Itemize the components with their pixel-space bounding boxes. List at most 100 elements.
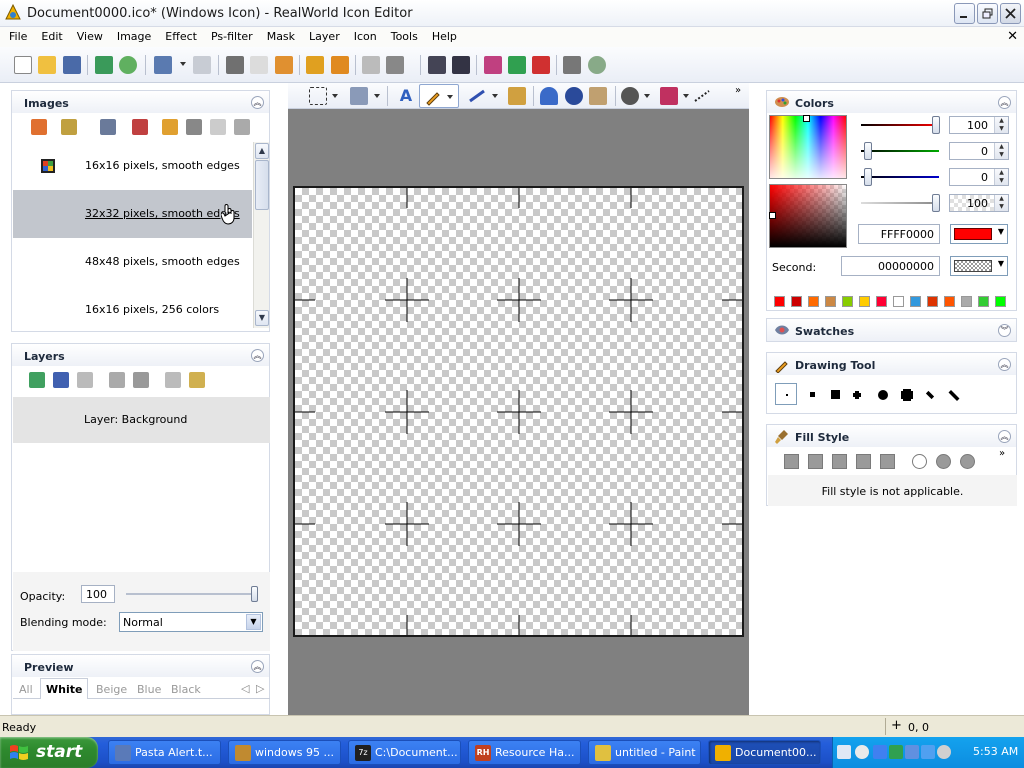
undo-icon[interactable] — [154, 56, 172, 74]
brush-plus-small-icon[interactable] — [855, 393, 859, 397]
fill-pattern-icon[interactable] — [880, 454, 895, 469]
selection-dropdown-icon[interactable] — [332, 94, 338, 98]
brush-size-3-icon[interactable] — [831, 390, 840, 399]
blue-slider-track[interactable] — [861, 176, 939, 178]
brush-round-icon[interactable] — [878, 390, 888, 400]
scroll-down-icon[interactable]: ▼ — [255, 310, 269, 326]
network-icon[interactable] — [873, 745, 887, 759]
filled-circle-icon[interactable] — [936, 454, 951, 469]
palette-swatch[interactable] — [910, 296, 921, 307]
menu-mask[interactable]: Mask — [260, 27, 302, 47]
select-arrow-icon[interactable] — [386, 56, 404, 74]
taskbar-item-paint[interactable]: untitled - Paint — [588, 740, 701, 765]
expand-icon[interactable]: ︾ — [998, 324, 1011, 337]
menu-image[interactable]: Image — [110, 27, 158, 47]
alpha-slider-track[interactable] — [861, 202, 939, 204]
scroll-thumb[interactable] — [255, 160, 269, 210]
display-icon[interactable] — [905, 745, 919, 759]
maximize-button[interactable] — [977, 3, 998, 24]
palette-swatch[interactable] — [944, 296, 955, 307]
palette-swatch[interactable] — [876, 296, 887, 307]
taskbar-item-command-prompt[interactable]: 7z C:\Document... — [348, 740, 461, 765]
second-color-dropdown[interactable]: ▼ — [950, 256, 1008, 276]
eyedropper-icon[interactable] — [589, 87, 607, 105]
brush-plus-large-icon[interactable] — [903, 391, 911, 399]
tray-expand-icon[interactable] — [855, 745, 869, 759]
pointer-hand-icon[interactable] — [362, 56, 380, 74]
taskbar-item-pasta-alert[interactable]: Pasta Alert.t... — [108, 740, 221, 765]
green-slider-track[interactable] — [861, 150, 939, 152]
collapse-icon[interactable]: ︽ — [998, 430, 1011, 443]
color-tool-icon[interactable] — [484, 56, 502, 74]
close-button[interactable] — [1000, 3, 1021, 24]
images-scrollbar[interactable]: ▲ ▼ — [253, 142, 269, 328]
image-list-item[interactable]: 16x16 pixels, smooth edges — [13, 142, 252, 190]
taskbar-item-resource-hacker[interactable]: RH Resource Ha... — [468, 740, 581, 765]
blue-slider-knob[interactable] — [864, 168, 872, 186]
collapse-icon[interactable]: ︽ — [251, 660, 264, 673]
copy-image-icon[interactable] — [162, 119, 178, 135]
minimize-button[interactable] — [954, 3, 975, 24]
palette-swatch[interactable] — [842, 296, 853, 307]
green-value-input[interactable]: 0 ▲ ▼ — [949, 142, 1009, 160]
menu-file[interactable]: File — [2, 27, 34, 47]
sound-icon[interactable] — [119, 56, 137, 74]
palette-swatch[interactable] — [859, 296, 870, 307]
save-icon[interactable] — [63, 56, 81, 74]
fill-overflow-icon[interactable]: » — [999, 448, 1005, 459]
paste-icon[interactable] — [275, 56, 293, 74]
collapse-icon[interactable]: ︽ — [251, 96, 264, 109]
toolbar-overflow-icon[interactable]: » — [735, 85, 741, 96]
document-close-icon[interactable]: ✕ — [1007, 29, 1018, 44]
security-icon[interactable] — [889, 745, 903, 759]
filled-outline-circle-icon[interactable] — [960, 454, 975, 469]
second-color-hex-input[interactable]: 00000000 — [841, 256, 940, 276]
line-dropdown-icon[interactable] — [492, 94, 498, 98]
pencil-tool-button[interactable] — [419, 84, 459, 108]
layer-list-item[interactable]: Layer: Background — [13, 397, 270, 443]
settings-tools-icon[interactable] — [563, 56, 581, 74]
brush-dropdown-icon[interactable] — [374, 94, 380, 98]
icon-canvas[interactable] — [293, 186, 744, 637]
dropdown-arrow-icon[interactable]: ▼ — [998, 259, 1004, 268]
layer-style-icon[interactable] — [189, 372, 205, 388]
tab-all[interactable]: All — [19, 683, 33, 696]
duplicate-icon[interactable] — [306, 56, 324, 74]
start-button[interactable]: start — [0, 737, 98, 768]
connection-icon[interactable] — [921, 745, 935, 759]
menu-icon[interactable]: Icon — [347, 27, 384, 47]
add-image-icon[interactable] — [100, 119, 116, 135]
palette-swatch[interactable] — [791, 296, 802, 307]
shapes-dropdown-icon[interactable] — [683, 94, 689, 98]
menu-help[interactable]: Help — [425, 27, 464, 47]
collapse-icon[interactable]: ︽ — [998, 96, 1011, 109]
palette-swatch[interactable] — [927, 296, 938, 307]
selection-icon[interactable] — [309, 87, 327, 105]
brush-diagonal-small-icon[interactable] — [925, 390, 935, 400]
opacity-input[interactable]: 100 — [81, 585, 115, 603]
scroll-up-icon[interactable]: ▲ — [255, 143, 269, 159]
green-slider-knob[interactable] — [864, 142, 872, 160]
menu-edit[interactable]: Edit — [34, 27, 69, 47]
fill-gradient-icon[interactable] — [808, 454, 823, 469]
red-spin-icon[interactable]: ▲ ▼ — [994, 117, 1008, 133]
grid-icon[interactable] — [508, 56, 526, 74]
menu-tools[interactable]: Tools — [384, 27, 425, 47]
green-spin-icon[interactable]: ▲ ▼ — [994, 143, 1008, 159]
menu-effect[interactable]: Effect — [158, 27, 204, 47]
redo-icon[interactable] — [193, 56, 211, 74]
image-list-item-selected[interactable]: 32x32 pixels, smooth edges — [13, 190, 252, 238]
paste-image-icon[interactable] — [210, 119, 226, 135]
menu-layer[interactable]: Layer — [302, 27, 347, 47]
tab-scroll-right-icon[interactable]: ▷ — [256, 682, 264, 695]
image-format-icon[interactable] — [61, 119, 77, 135]
outline-circle-icon[interactable] — [912, 454, 927, 469]
duplicate-layer-icon[interactable] — [109, 372, 125, 388]
airbrush-icon[interactable] — [565, 87, 583, 105]
opacity-slider-knob[interactable] — [251, 586, 258, 602]
globe-icon[interactable] — [588, 56, 606, 74]
blue-value-input[interactable]: 0 ▲ ▼ — [949, 168, 1009, 186]
tab-blue[interactable]: Blue — [137, 683, 161, 696]
pencil-dropdown-icon[interactable] — [447, 95, 453, 99]
tab-white[interactable]: White — [40, 678, 89, 699]
